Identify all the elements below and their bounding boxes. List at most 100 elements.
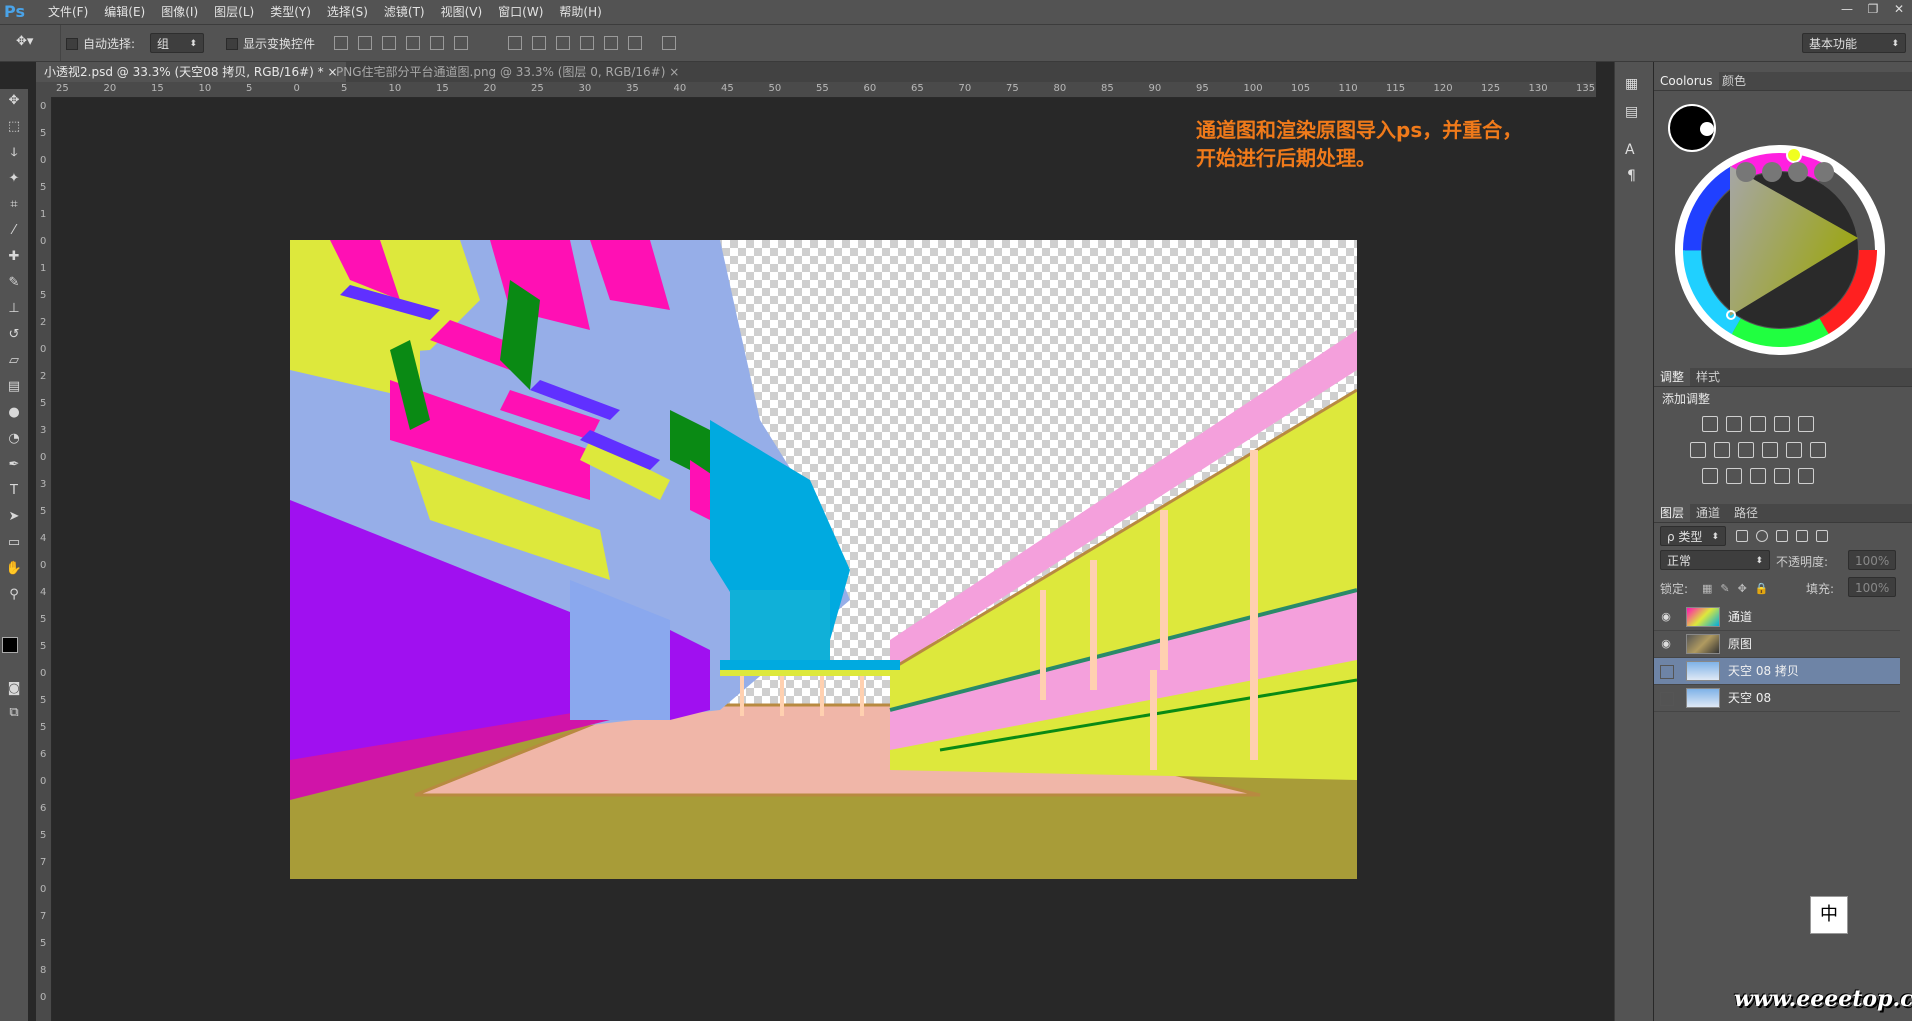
distribute-right-icon[interactable] — [628, 36, 642, 50]
background-color-swatch[interactable] — [1700, 122, 1714, 136]
document-canvas[interactable] — [290, 240, 1357, 879]
color-balance-icon[interactable] — [1714, 442, 1730, 458]
filter-shape-icon[interactable] — [1796, 530, 1808, 542]
filter-smart-object-icon[interactable] — [1816, 530, 1828, 542]
tab-document-2[interactable]: PNG住宅部分平台通道图.png @ 33.3% (图层 0, RGB/16#)… — [328, 62, 687, 82]
preset-4-icon[interactable] — [1814, 162, 1834, 182]
vibrance-icon[interactable] — [1798, 416, 1814, 432]
curves-icon[interactable] — [1750, 416, 1766, 432]
tab-adjustments[interactable]: 调整 — [1654, 368, 1691, 386]
distribute-bottom-icon[interactable] — [556, 36, 570, 50]
channel-mixer-icon[interactable] — [1786, 442, 1802, 458]
align-bottom-icon[interactable] — [382, 36, 396, 50]
tab-channels[interactable]: 通道 — [1690, 504, 1726, 522]
photo-filter-icon[interactable] — [1762, 442, 1778, 458]
preset-1-icon[interactable] — [1736, 162, 1756, 182]
blend-mode-dropdown[interactable]: 正常 ⬍ — [1660, 550, 1770, 570]
pen-tool-icon[interactable]: ✒ — [4, 455, 24, 475]
lock-pixels-icon[interactable]: ✎ — [1720, 582, 1729, 595]
ime-indicator[interactable]: 中 — [1810, 896, 1848, 934]
paragraph-panel-icon[interactable]: ¶ — [1627, 168, 1636, 184]
zoom-tool-icon[interactable]: ⚲ — [4, 585, 24, 605]
quick-mask-icon[interactable]: ◙ — [4, 679, 24, 699]
eraser-tool-icon[interactable]: ▱ — [4, 351, 24, 371]
workspace-dropdown[interactable]: 基本功能 ⬍ — [1802, 33, 1906, 53]
screen-mode-icon[interactable]: ⧉ — [4, 703, 24, 723]
threshold-icon[interactable] — [1750, 468, 1766, 484]
layer-row[interactable]: 天空 08 — [1654, 685, 1900, 712]
distribute-vcenter-icon[interactable] — [532, 36, 546, 50]
preset-2-icon[interactable] — [1762, 162, 1782, 182]
menu-select[interactable]: 选择(S) — [319, 0, 376, 24]
history-panel-icon[interactable]: ▦ — [1625, 76, 1638, 92]
brightness-icon[interactable] — [1702, 416, 1718, 432]
healing-brush-tool-icon[interactable]: ✚ — [4, 247, 24, 267]
magic-wand-tool-icon[interactable]: ✦ — [4, 169, 24, 189]
lock-transparency-icon[interactable]: ▦ — [1702, 582, 1712, 595]
hue-saturation-icon[interactable] — [1690, 442, 1706, 458]
lock-position-icon[interactable]: ✥ — [1738, 582, 1747, 595]
invert-icon[interactable] — [1702, 468, 1718, 484]
opacity-field[interactable]: 100% — [1848, 550, 1896, 570]
menu-layer[interactable]: 图层(L) — [206, 0, 262, 24]
align-vcenter-icon[interactable] — [358, 36, 372, 50]
filter-pixel-icon[interactable] — [1736, 530, 1748, 542]
layer-row[interactable]: ◉ 通道 — [1654, 604, 1900, 631]
visibility-empty-icon[interactable] — [1660, 692, 1674, 706]
menu-edit[interactable]: 编辑(E) — [96, 0, 153, 24]
layer-filter-dropdown[interactable]: ρ 类型 ⬍ — [1660, 526, 1726, 546]
menu-image[interactable]: 图像(I) — [153, 0, 206, 24]
character-panel-icon[interactable]: A — [1625, 142, 1635, 158]
tab-styles[interactable]: 样式 — [1690, 368, 1726, 386]
menu-view[interactable]: 视图(V) — [433, 0, 491, 24]
exposure-icon[interactable] — [1774, 416, 1790, 432]
color-lookup-icon[interactable] — [1810, 442, 1826, 458]
tab-coolorus[interactable]: Coolorus — [1654, 72, 1719, 90]
gradient-map-icon[interactable] — [1798, 468, 1814, 484]
menu-filter[interactable]: 滤镜(T) — [376, 0, 433, 24]
eyedropper-tool-icon[interactable]: ⁄ — [4, 221, 24, 241]
dodge-tool-icon[interactable]: ◔ — [4, 429, 24, 449]
close-tab-icon[interactable]: × — [669, 65, 679, 79]
align-left-icon[interactable] — [406, 36, 420, 50]
distribute-hcenter-icon[interactable] — [604, 36, 618, 50]
clone-stamp-tool-icon[interactable]: ⊥ — [4, 299, 24, 319]
auto-select-checkbox[interactable] — [66, 36, 78, 50]
align-hcenter-icon[interactable] — [430, 36, 444, 50]
align-top-icon[interactable] — [334, 36, 348, 50]
type-tool-icon[interactable]: T — [4, 481, 24, 501]
visibility-empty-icon[interactable] — [1660, 665, 1674, 679]
close-button[interactable]: ✕ — [1886, 0, 1912, 18]
selective-color-icon[interactable] — [1774, 468, 1790, 484]
filter-type-icon[interactable] — [1776, 530, 1788, 542]
hand-tool-icon[interactable]: ✋ — [4, 559, 24, 579]
history-brush-tool-icon[interactable]: ↺ — [4, 325, 24, 345]
menu-window[interactable]: 窗口(W) — [490, 0, 551, 24]
move-tool-preset-icon[interactable]: ✥▾ — [16, 34, 33, 49]
filter-adjustment-icon[interactable] — [1756, 530, 1768, 542]
levels-icon[interactable] — [1726, 416, 1742, 432]
move-tool-icon[interactable]: ✥ — [4, 91, 24, 111]
brush-tool-icon[interactable]: ✎ — [4, 273, 24, 293]
visibility-eye-icon[interactable]: ◉ — [1658, 636, 1674, 652]
visibility-eye-icon[interactable]: ◉ — [1658, 609, 1674, 625]
menu-type[interactable]: 类型(Y) — [262, 0, 319, 24]
foreground-color-swatch[interactable] — [2, 637, 18, 653]
tab-color[interactable]: 颜色 — [1716, 72, 1752, 90]
auto-align-icon[interactable] — [662, 36, 676, 50]
auto-select-dropdown[interactable]: 组 ⬍ — [150, 33, 204, 53]
show-transform-checkbox[interactable] — [226, 36, 238, 50]
lasso-tool-icon[interactable]: ↆ — [4, 143, 24, 163]
preset-3-icon[interactable] — [1788, 162, 1808, 182]
menu-file[interactable]: 文件(F) — [40, 0, 96, 24]
restore-button[interactable]: ❐ — [1860, 0, 1886, 18]
tab-paths[interactable]: 路径 — [1728, 504, 1764, 522]
crop-tool-icon[interactable]: ⌗ — [4, 195, 24, 215]
blur-tool-icon[interactable]: ● — [4, 403, 24, 423]
distribute-top-icon[interactable] — [508, 36, 522, 50]
layer-row[interactable]: ◉ 原图 — [1654, 631, 1900, 658]
fill-field[interactable]: 100% — [1848, 577, 1896, 597]
distribute-left-icon[interactable] — [580, 36, 594, 50]
shape-tool-icon[interactable]: ▭ — [4, 533, 24, 553]
black-white-icon[interactable] — [1738, 442, 1754, 458]
